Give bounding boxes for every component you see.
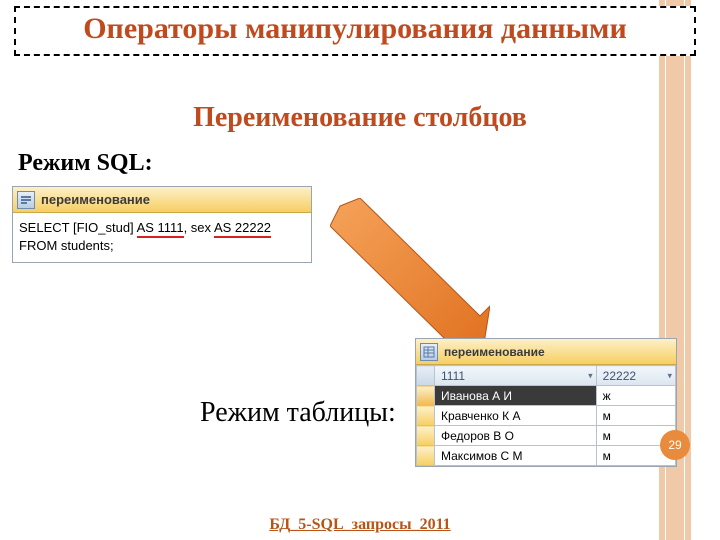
slide-title: Операторы манипулирования данными (22, 12, 688, 46)
chevron-down-icon[interactable]: ▾ (667, 370, 672, 381)
sql-sep: , (184, 220, 191, 235)
sql-tab-bar: переименование (13, 187, 311, 213)
table-row[interactable]: Федоров В О м (417, 426, 676, 446)
table-window: переименование 1111 ▾ 22222 ▾ Иванова А И … (415, 338, 677, 467)
sql-kw-select: SELECT (19, 220, 69, 235)
chevron-down-icon[interactable]: ▾ (588, 370, 593, 381)
data-grid[interactable]: 1111 ▾ 22222 ▾ Иванова А И ж Кравченко К А… (416, 365, 676, 466)
datasheet-icon (420, 343, 438, 361)
table-mode-label: Режим таблицы: (200, 398, 396, 429)
sql-body: SELECT [FIO_stud] AS 1111, sex AS 22222 … (13, 213, 311, 262)
cell[interactable]: Максимов С М (435, 446, 597, 466)
sql-mode-label: Режим SQL: (18, 150, 153, 177)
cell[interactable]: м (596, 406, 675, 426)
sql-col2: sex (191, 220, 211, 235)
title-box: Операторы манипулирования данными (14, 6, 696, 56)
cell[interactable]: Кравченко К А (435, 406, 597, 426)
row-selector[interactable] (417, 406, 435, 426)
cell[interactable]: ж (596, 386, 675, 406)
sql-as2: AS 22222 (214, 220, 271, 238)
table-tab-label: переименование (444, 345, 545, 359)
col-header-2[interactable]: 22222 ▾ (596, 366, 675, 386)
sql-window: переименование SELECT [FIO_stud] AS 1111… (12, 186, 312, 263)
arrow-icon (330, 198, 490, 358)
col-header-1[interactable]: 1111 ▾ (435, 366, 597, 386)
table-row[interactable]: Максимов С М м (417, 446, 676, 466)
table-row[interactable]: Кравченко К А м (417, 406, 676, 426)
row-selector[interactable] (417, 386, 435, 406)
row-selector[interactable] (417, 426, 435, 446)
page-number-badge: 29 (660, 430, 690, 460)
grid-corner[interactable] (417, 366, 435, 386)
sql-as1: AS 1111 (137, 220, 184, 238)
query-icon (17, 191, 35, 209)
sql-col1: [FIO_stud] (73, 220, 134, 235)
col-header-1-label: 1111 (441, 369, 465, 383)
row-selector[interactable] (417, 446, 435, 466)
slide-subtitle: Переименование столбцов (0, 102, 720, 134)
table-tab-bar: переименование (416, 339, 676, 365)
sql-tab-label: переименование (41, 192, 150, 207)
cell[interactable]: Федоров В О (435, 426, 597, 446)
table-row[interactable]: Иванова А И ж (417, 386, 676, 406)
col-header-2-label: 22222 (603, 369, 636, 383)
sql-from: FROM students; (19, 238, 114, 253)
cell[interactable]: Иванова А И (435, 386, 597, 406)
footer-text: БД_5-SQL_запросы_2011 (0, 516, 720, 534)
